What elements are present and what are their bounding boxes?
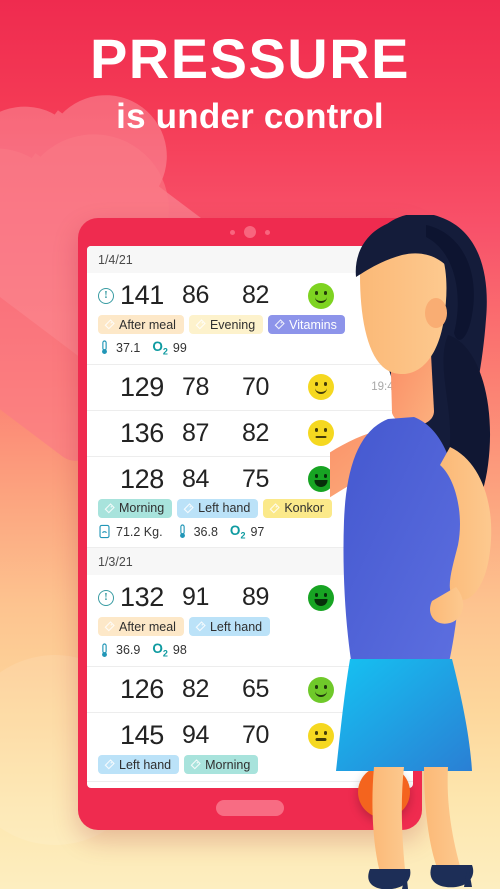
pulse-value: 89: [242, 583, 270, 612]
pulse-value: 70: [242, 372, 270, 401]
woman-illustration: [330, 215, 492, 889]
systolic-value: 128: [120, 463, 164, 494]
systolic-value: 141: [120, 280, 164, 310]
systolic-value: 126: [120, 674, 164, 705]
diastolic-value: 86: [182, 281, 210, 309]
pulse-value: 65: [242, 675, 270, 704]
pulse-value: 82: [242, 281, 270, 309]
metric-value: 36.8: [193, 524, 218, 539]
tag-label: Morning: [119, 501, 165, 516]
metric-value: 98: [172, 643, 187, 658]
tag-label: Konkor: [284, 501, 324, 516]
tag-chip[interactable]: Morning: [98, 498, 173, 518]
tag-label: After meal: [119, 619, 176, 634]
tag-icon: [104, 759, 115, 770]
headline-line-2: is under control: [116, 97, 384, 137]
o2-icon: O2: [229, 522, 246, 541]
diastolic-value: 78: [182, 372, 210, 401]
systolic-value: 132: [120, 582, 164, 613]
tag-chip[interactable]: Konkor: [263, 498, 332, 518]
alert-icon: !: [98, 287, 114, 304]
tag-label: Left hand: [119, 757, 172, 772]
tag-chip[interactable]: Left hand: [98, 755, 180, 775]
tag-chip[interactable]: After meal: [98, 617, 184, 637]
pulse-value: 70: [242, 721, 270, 750]
diastolic-value: 84: [182, 464, 210, 493]
tag-label: Left hand: [198, 501, 251, 516]
headline: PRESSURE is under control: [0, 30, 500, 137]
tag-icon: [183, 502, 194, 514]
diastolic-value: 91: [182, 583, 210, 612]
tag-chip[interactable]: Left hand: [177, 498, 259, 518]
tag-label: After meal: [119, 317, 176, 332]
headline-line-1: PRESSURE: [89, 27, 411, 90]
alert-icon: !: [98, 728, 114, 744]
alert-icon: !: [98, 589, 114, 606]
thermometer-icon: [102, 643, 107, 657]
diastolic-value: 87: [182, 418, 210, 447]
o2-icon: O2: [152, 641, 168, 660]
tag-label: Morning: [205, 757, 251, 772]
o2-icon: O2: [152, 339, 168, 357]
tag-label: Evening: [209, 317, 256, 332]
tag-chip[interactable]: Evening: [188, 315, 264, 334]
tag-icon: [104, 502, 115, 514]
scale-icon: [99, 524, 110, 539]
diastolic-value: 82: [182, 675, 210, 704]
diastolic-value: 94: [182, 721, 210, 750]
thermometer-icon: [179, 524, 185, 539]
metric-value: 36.9: [116, 643, 141, 658]
tag-chip[interactable]: After meal: [98, 315, 184, 334]
tag-label: Left hand: [209, 619, 263, 634]
alert-icon: !: [98, 471, 114, 487]
pulse-value: 82: [242, 418, 270, 447]
alert-icon: !: [98, 379, 114, 395]
systolic-value: 145: [120, 720, 164, 751]
tag-chip[interactable]: Left hand: [188, 617, 271, 637]
tag-icon: [195, 621, 206, 632]
pulse-value: 75: [242, 464, 270, 493]
metric-value: 71.2 Kg.: [116, 524, 163, 539]
systolic-value: 129: [120, 371, 164, 402]
tag-icon: [190, 759, 201, 770]
thermometer-icon: [102, 340, 107, 355]
pill-icon: [274, 319, 285, 330]
pill-icon: [269, 502, 281, 514]
alert-icon: !: [98, 425, 114, 441]
tag-chip[interactable]: Morning: [184, 755, 259, 775]
tag-icon: [195, 319, 206, 330]
home-indicator: [216, 800, 284, 816]
systolic-value: 136: [120, 417, 164, 448]
metric-value: 37.1: [116, 340, 141, 355]
tag-icon: [104, 621, 115, 632]
tag-icon: [104, 319, 115, 330]
alert-icon: !: [98, 682, 114, 698]
metric-value: 97: [250, 524, 265, 539]
metric-value: 99: [172, 340, 187, 355]
